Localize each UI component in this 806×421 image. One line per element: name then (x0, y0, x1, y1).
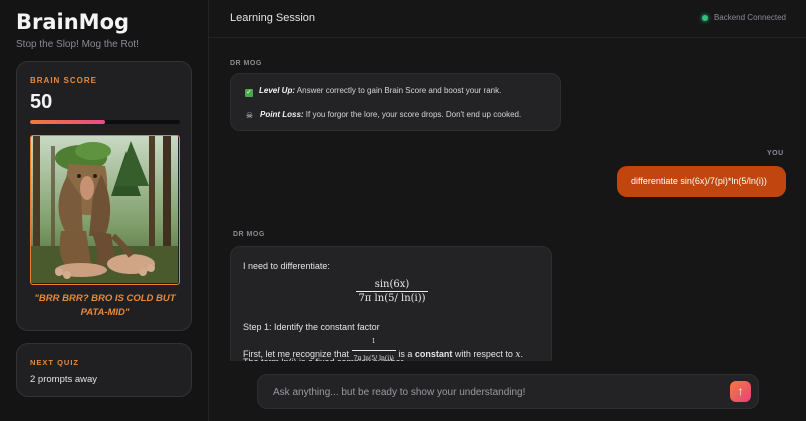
chat-composer: ↑ (257, 374, 759, 410)
point-loss-label: Point Loss: (260, 110, 304, 119)
arrow-up-icon: ↑ (737, 384, 744, 398)
page-title: Learning Session (230, 12, 316, 24)
equation-denominator: 7π ln(5/ ln(i)) (358, 293, 426, 304)
sidebar: BrainMog Stop the Slop! Mog the Rot! BRA… (0, 0, 209, 421)
brain-score-progress (30, 120, 180, 124)
constant-bold: constant (414, 349, 453, 359)
ai-message-2: I need to differentiate: sin(6x) 7π ln(5/… (230, 246, 552, 376)
skull-icon: ☠ (245, 111, 254, 120)
inline-numerator: 1 (351, 335, 396, 351)
session-header: Learning Session Backend Connected (209, 0, 806, 38)
backend-status-text: Backend Connected (713, 13, 786, 22)
mascot-caption: "BRR BRR? BRO IS COLD BUT PATA-MID" (34, 293, 176, 318)
brain-score-label: BRAIN SCORE (30, 76, 98, 85)
send-button[interactable]: ↑ (730, 381, 751, 402)
brain-score-card: BRAIN SCORE 50 "BRR BRR? BRO IS COLD BUT… (16, 61, 192, 331)
ai-role-label-2: DR MOG (233, 231, 265, 238)
level-up-label: Level Up: (259, 86, 296, 95)
user-role-label: YOU (767, 150, 784, 157)
ai-message: ✓ Level Up: Answer correctly to gain Brai… (230, 73, 561, 131)
tree-creature-image (30, 135, 180, 285)
brain-score-value: 50 (30, 91, 53, 113)
point-loss-line: ☠ Point Loss: If you forgor the lore, you… (245, 110, 521, 120)
ai-role-label: DR MOG (230, 60, 262, 67)
level-up-line: ✓ Level Up: Answer correctly to gain Brai… (245, 86, 501, 97)
intro-text: I need to differentiate: (243, 261, 330, 271)
next-quiz-label: NEXT QUIZ (30, 358, 80, 367)
brand-tagline: Stop the Slop! Mog the Rot! (16, 39, 139, 50)
display-equation: sin(6x) 7π ln(5/ ln(i)) (231, 279, 551, 304)
step-1-heading: Step 1: Identify the constant factor (243, 322, 380, 332)
brain-score-progress-fill (30, 120, 105, 124)
brand-title: BrainMog (16, 10, 130, 34)
status-dot-icon (701, 14, 708, 21)
backend-status: Backend Connected (701, 13, 786, 22)
constant-text-3: with respect to (452, 349, 516, 359)
chat-input[interactable] (271, 375, 715, 410)
user-message: differentiate sin(6x)/7(pi)*ln(5/ln(i)) (617, 166, 786, 197)
level-up-text: Answer correctly to gain Brain Score and… (295, 86, 502, 95)
check-icon: ✓ (245, 89, 253, 97)
equation-numerator: sin(6x) (356, 279, 428, 292)
next-quiz-card: NEXT QUIZ 2 prompts away (16, 343, 192, 397)
constant-text-4: . (520, 349, 523, 359)
point-loss-text: If you forgor the lore, your score drops… (303, 110, 522, 119)
next-quiz-text: 2 prompts away (30, 374, 98, 385)
